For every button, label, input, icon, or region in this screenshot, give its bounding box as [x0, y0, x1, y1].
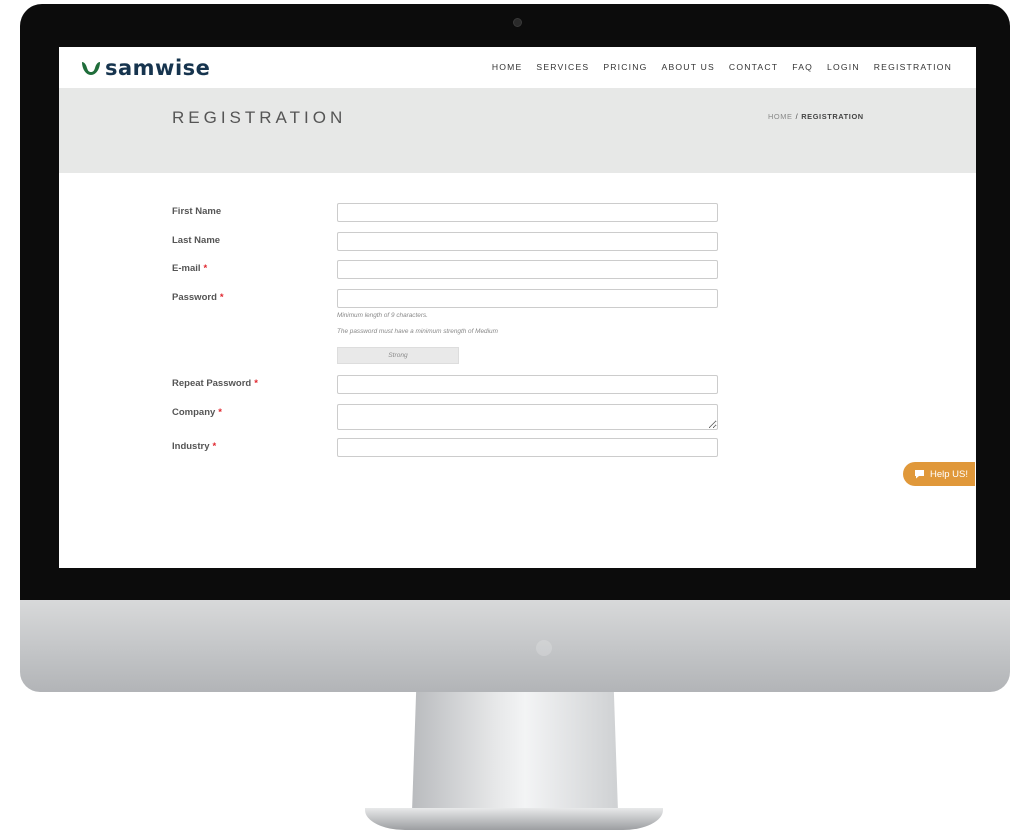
industry-input[interactable]	[337, 438, 718, 457]
breadcrumb-home-link[interactable]: HOME	[768, 112, 793, 121]
samwise-leaf-icon	[82, 62, 100, 75]
navbar: samwise HOME SERVICES PRICING ABOUT US C…	[59, 47, 976, 88]
required-marker: *	[203, 263, 208, 274]
industry-label: Industry *	[172, 441, 216, 452]
monitor-stand-neck	[412, 692, 618, 812]
nav-item-services[interactable]: SERVICES	[536, 62, 589, 72]
password-label-text: Password	[172, 292, 217, 303]
help-us-label: Help US!	[929, 468, 968, 480]
camera-icon	[513, 18, 522, 27]
required-marker: *	[212, 441, 217, 452]
repeat-password-label-text: Repeat Password	[172, 378, 252, 389]
password-label: Password *	[172, 292, 224, 303]
speech-bubble-icon	[914, 470, 924, 479]
email-label-text: E-mail	[172, 263, 201, 274]
nav-item-login[interactable]: LOGIN	[827, 62, 860, 72]
nav-item-registration[interactable]: REGISTRATION	[874, 62, 952, 72]
required-marker: *	[219, 292, 224, 303]
company-label: Company *	[172, 407, 222, 418]
page-header-band: REGISTRATION HOME / REGISTRATION	[59, 88, 976, 173]
last-name-label: Last Name	[172, 235, 220, 246]
breadcrumb-current: REGISTRATION	[801, 112, 864, 121]
screen: samwise HOME SERVICES PRICING ABOUT US C…	[59, 47, 976, 568]
main-nav: HOME SERVICES PRICING ABOUT US CONTACT F…	[492, 62, 952, 72]
password-strength-hint: The password must have a minimum strengt…	[337, 328, 498, 335]
brand-name: samwise	[105, 56, 211, 80]
nav-item-pricing[interactable]: PRICING	[603, 62, 647, 72]
last-name-label-text: Last Name	[172, 235, 221, 246]
email-input[interactable]	[337, 260, 718, 279]
last-name-input[interactable]	[337, 232, 718, 251]
first-name-label: First Name	[172, 206, 221, 217]
monitor-stand-foot	[365, 808, 663, 830]
password-length-hint: Minimum length of 9 characters.	[337, 312, 428, 319]
nav-item-contact[interactable]: CONTACT	[729, 62, 778, 72]
password-strength-meter: Strong	[337, 347, 459, 364]
breadcrumb: HOME / REGISTRATION	[768, 112, 864, 121]
password-input[interactable]	[337, 289, 718, 308]
repeat-password-label: Repeat Password *	[172, 378, 258, 389]
company-textarea[interactable]	[337, 404, 718, 430]
help-us-button[interactable]: Help US!	[903, 462, 975, 486]
apple-logo-icon	[536, 640, 552, 656]
strength-label: Strong	[388, 352, 408, 359]
industry-label-text: Industry	[172, 441, 210, 452]
company-label-text: Company	[172, 407, 216, 418]
page-title: REGISTRATION	[172, 108, 347, 127]
required-marker: *	[218, 407, 222, 418]
required-marker: *	[254, 378, 258, 389]
nav-item-home[interactable]: HOME	[492, 62, 523, 72]
first-name-input[interactable]	[337, 203, 718, 222]
nav-item-about-us[interactable]: ABOUT US	[662, 62, 715, 72]
email-label: E-mail *	[172, 263, 207, 274]
first-name-label-text: First Name	[172, 206, 222, 217]
repeat-password-input[interactable]	[337, 375, 718, 394]
monitor-chin	[20, 600, 1010, 692]
brand-logo[interactable]: samwise	[81, 57, 210, 79]
nav-item-faq[interactable]: FAQ	[792, 62, 813, 72]
breadcrumb-separator: /	[795, 112, 799, 121]
